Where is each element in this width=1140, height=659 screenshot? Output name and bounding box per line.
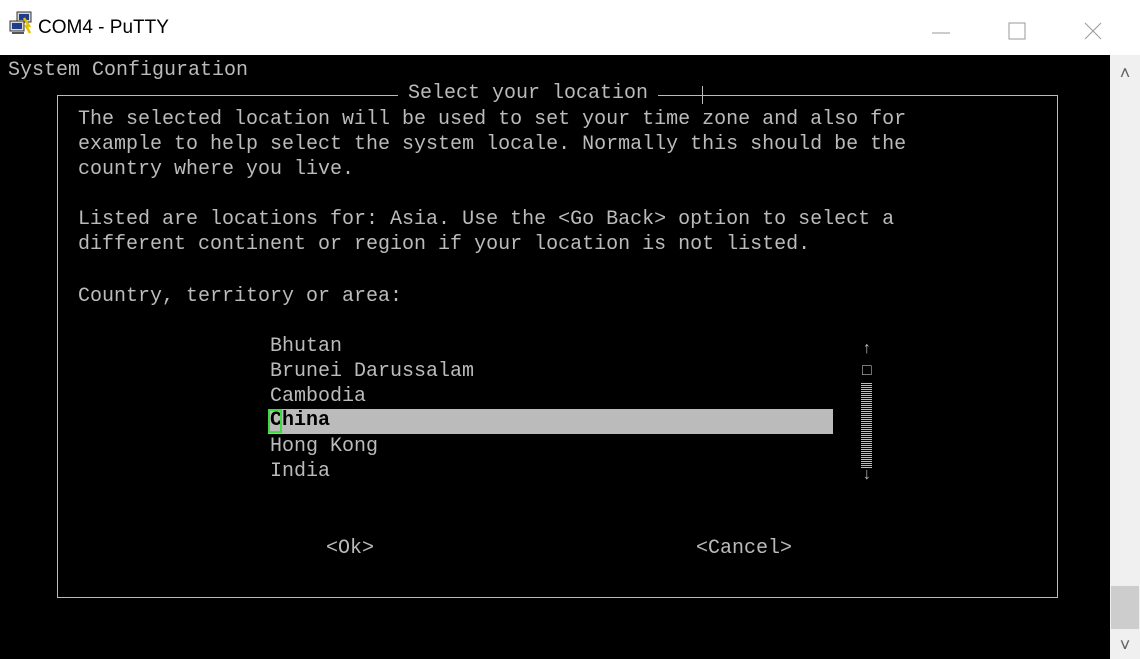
description-line: The selected location will be used to se… bbox=[78, 108, 907, 131]
selected-row-highlight bbox=[268, 409, 833, 434]
close-icon[interactable] bbox=[1068, 0, 1118, 55]
country-item-hong-kong[interactable]: Hong Kong bbox=[270, 435, 378, 459]
scrollbar-thumb[interactable] bbox=[1111, 586, 1139, 629]
window-titlebar: COM4 - PuTTY bbox=[0, 0, 1140, 55]
window-title: COM4 - PuTTY bbox=[38, 17, 169, 38]
country-item-brunei[interactable]: Brunei Darussalam bbox=[270, 360, 474, 384]
country-prompt: Country, territory or area: bbox=[78, 285, 403, 308]
country-item-bhutan[interactable]: Bhutan bbox=[270, 335, 342, 359]
putty-icon[interactable] bbox=[8, 10, 34, 36]
list-scroll-down-icon: ↓ bbox=[862, 466, 872, 484]
maximize-icon[interactable] bbox=[992, 0, 1042, 55]
minimize-icon[interactable] bbox=[915, 0, 965, 55]
text-cursor bbox=[268, 409, 282, 433]
description-line: country where you live. bbox=[78, 158, 355, 181]
dialog-title: Select your location bbox=[398, 82, 659, 106]
info-line: different continent or region if your lo… bbox=[78, 233, 811, 256]
description-line: example to help select the system locale… bbox=[78, 133, 907, 156]
list-scroll-track bbox=[861, 383, 872, 468]
country-item-india[interactable]: India bbox=[270, 460, 330, 484]
scroll-up-icon[interactable]: ˄ bbox=[1110, 63, 1140, 87]
dialog-title-divider-right bbox=[702, 86, 703, 104]
terminal-header: System Configuration bbox=[8, 59, 249, 82]
info-line: Listed are locations for: Asia. Use the … bbox=[78, 208, 895, 231]
terminal-screen[interactable]: System Configuration Select your locatio… bbox=[0, 55, 1110, 659]
country-item-cambodia[interactable]: Cambodia bbox=[270, 385, 366, 409]
list-scroll-up-icon: ↑ bbox=[862, 340, 872, 358]
list-scroll-marker-icon: □ bbox=[862, 362, 872, 380]
scroll-down-icon[interactable]: ˅ bbox=[1110, 635, 1140, 659]
window-scrollbar[interactable]: ˄ ˅ bbox=[1110, 55, 1140, 659]
cancel-button[interactable]: <Cancel> bbox=[696, 537, 792, 561]
ok-button[interactable]: <Ok> bbox=[326, 537, 374, 561]
